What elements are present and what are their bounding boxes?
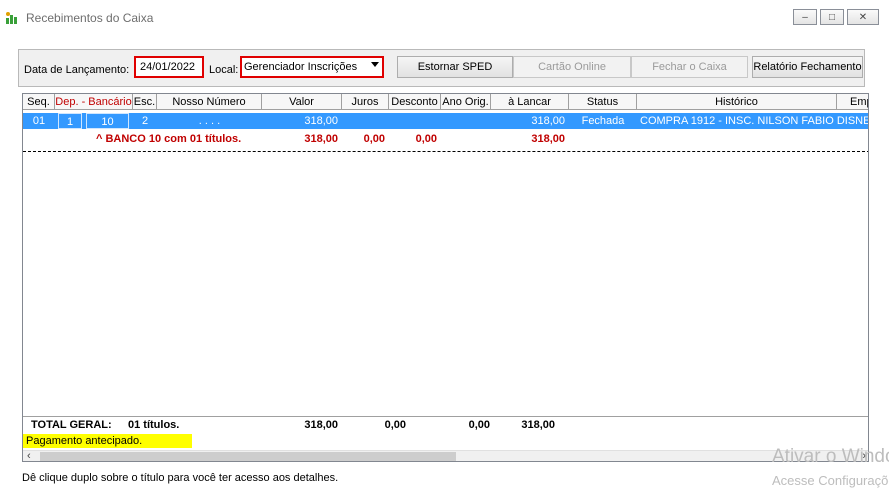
col-ano-orig[interactable]: Ano Orig. [441,94,491,110]
total-label: TOTAL GERAL: [31,419,112,431]
subtotal-row: ^ BANCO 10 com 01 títulos. 318,00 0,00 0… [23,131,868,147]
relatorio-fechamento-button[interactable]: Relatório Fechamento [752,56,863,78]
local-label: Local: [209,64,239,76]
subtotal-valor: 318,00 [304,133,338,145]
activation-watermark-subtitle: Acesse Configurações [772,473,889,488]
maximize-icon: □ [828,11,836,23]
receipts-grid[interactable]: Seq. Dep. - Bancário Esc. Nosso Número V… [22,93,869,462]
cell-ano-orig [441,113,491,129]
cell-historico: COMPRA 1912 - INSC. NILSON FABIO DISNER [640,115,869,127]
col-bancario-label: Bancário [88,96,132,108]
dropdown-arrow-icon[interactable] [371,62,379,67]
cell-esc: 2 [141,115,149,127]
estornar-sped-button[interactable]: Estornar SPED [397,56,513,78]
subtotal-a-lancar: 318,00 [531,133,565,145]
cell-desconto [389,113,441,129]
total-desconto: 0,00 [468,419,490,431]
window-title: Recebimentos do Caixa [26,11,154,25]
grid-header: Seq. Dep. - Bancário Esc. Nosso Número V… [23,94,868,111]
col-nosso-numero[interactable]: Nosso Número [157,94,262,110]
subtotal-divider [23,151,868,152]
app-icon [6,12,17,24]
filter-toolbar: Data de Lançamento: 24/01/2022 Local: Ge… [18,49,865,87]
fechar-caixa-button[interactable]: Fechar o Caixa [631,56,748,78]
table-row[interactable]: 01 1 10 2 . . . . 318,00 318,00 Fechada … [23,113,869,129]
cell-dep: 1 [58,113,82,129]
col-dep-label: Dep. [55,96,79,108]
col-a-lancar[interactable]: à Lancar [491,94,569,110]
cartao-online-button[interactable]: Cartão Online [513,56,631,78]
total-count: 01 títulos. [128,419,180,431]
total-a-lancar: 318,00 [521,419,555,431]
close-button[interactable]: ✕ [847,9,879,25]
local-select[interactable]: Gerenciador Inscrições [240,56,384,78]
horizontal-scrollbar[interactable]: ‹ › [23,450,868,461]
date-label: Data de Lançamento: [24,64,130,76]
subtotal-juros: 0,00 [363,133,385,145]
total-juros: 0,00 [384,419,406,431]
cell-bancario: 10 [86,113,129,129]
cell-valor: 318,00 [304,115,338,127]
col-desconto[interactable]: Desconto [389,94,441,110]
cell-status: Fechada [581,115,625,127]
cell-nosso-numero: . . . . [198,115,221,127]
payment-note: Pagamento antecipado. [23,434,192,448]
status-hint: Dê clique duplo sobre o título para você… [22,472,339,484]
cell-seq: 01 [32,115,46,127]
subtotal-label: ^ BANCO 10 com 01 títulos. [96,133,242,145]
date-field[interactable]: 24/01/2022 [134,56,204,78]
col-esc[interactable]: Esc. [133,94,157,110]
col-historico[interactable]: Histórico [637,94,837,110]
cell-a-lancar: 318,00 [531,115,565,127]
col-valor[interactable]: Valor [262,94,342,110]
col-dep-bancario[interactable]: Dep. - Bancário [55,94,133,110]
col-seq[interactable]: Seq. [23,94,55,110]
activation-watermark-title: Ativar o Windows [772,446,889,467]
col-emp[interactable]: Emp.A [837,94,868,110]
local-select-value: Gerenciador Inscrições [244,61,358,73]
close-icon: ✕ [858,11,868,23]
col-status[interactable]: Status [569,94,637,110]
col-juros[interactable]: Juros [342,94,389,110]
minimize-icon: – [802,11,808,23]
minimize-button[interactable]: – [793,9,817,25]
scrollbar-thumb[interactable] [40,452,456,461]
col-dep-sep: - [78,96,89,108]
title-bar: Recebimentos do Caixa – □ ✕ [0,0,889,36]
total-row: TOTAL GERAL: 01 títulos. 318,00 0,00 0,0… [23,416,868,435]
subtotal-desconto: 0,00 [415,133,437,145]
cell-juros [342,113,389,129]
maximize-button[interactable]: □ [820,9,844,25]
total-valor: 318,00 [304,419,338,431]
scroll-left-icon[interactable]: ‹ [27,450,31,461]
